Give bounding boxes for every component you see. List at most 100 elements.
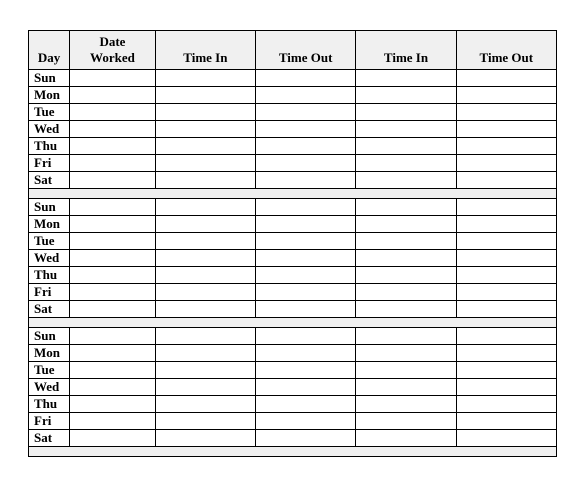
day-cell: Wed: [29, 379, 70, 396]
header-date-worked: Date Worked: [70, 31, 156, 70]
data-cell: [155, 233, 255, 250]
data-cell: [70, 104, 156, 121]
day-cell: Sat: [29, 301, 70, 318]
data-cell: [155, 104, 255, 121]
data-cell: [70, 284, 156, 301]
data-cell: [256, 138, 356, 155]
data-cell: [155, 362, 255, 379]
data-cell: [70, 379, 156, 396]
data-cell: [155, 430, 255, 447]
data-cell: [70, 199, 156, 216]
data-cell: [256, 172, 356, 189]
table-row: Mon: [29, 87, 557, 104]
day-cell: Tue: [29, 362, 70, 379]
data-cell: [70, 267, 156, 284]
data-cell: [256, 413, 356, 430]
data-cell: [356, 328, 456, 345]
data-cell: [456, 396, 556, 413]
data-cell: [70, 328, 156, 345]
table-row: Wed: [29, 121, 557, 138]
data-cell: [356, 104, 456, 121]
data-cell: [70, 233, 156, 250]
data-cell: [356, 362, 456, 379]
data-cell: [456, 328, 556, 345]
day-cell: Fri: [29, 284, 70, 301]
data-cell: [256, 250, 356, 267]
day-cell: Mon: [29, 216, 70, 233]
table-row: Fri: [29, 284, 557, 301]
data-cell: [70, 87, 156, 104]
data-cell: [155, 284, 255, 301]
data-cell: [456, 104, 556, 121]
data-cell: [70, 413, 156, 430]
data-cell: [155, 413, 255, 430]
data-cell: [456, 87, 556, 104]
data-cell: [256, 430, 356, 447]
table-row: Sat: [29, 301, 557, 318]
data-cell: [70, 362, 156, 379]
table-row: Thu: [29, 267, 557, 284]
day-cell: Thu: [29, 267, 70, 284]
header-time-out-1: Time Out: [256, 31, 356, 70]
data-cell: [256, 70, 356, 87]
day-cell: Sat: [29, 172, 70, 189]
week-spacer: [29, 189, 557, 199]
day-cell: Sat: [29, 430, 70, 447]
header-time-out-2: Time Out: [456, 31, 556, 70]
data-cell: [70, 121, 156, 138]
data-cell: [256, 104, 356, 121]
table-row: Tue: [29, 104, 557, 121]
data-cell: [356, 155, 456, 172]
data-cell: [155, 267, 255, 284]
day-cell: Wed: [29, 121, 70, 138]
data-cell: [356, 121, 456, 138]
table-row: Sun: [29, 328, 557, 345]
data-cell: [456, 301, 556, 318]
table-row: Sun: [29, 70, 557, 87]
data-cell: [256, 284, 356, 301]
table-row: Thu: [29, 396, 557, 413]
data-cell: [256, 87, 356, 104]
data-cell: [256, 216, 356, 233]
data-cell: [456, 379, 556, 396]
data-cell: [256, 328, 356, 345]
timesheet-table: Day Date Worked Time In Time Out Time In…: [28, 30, 557, 457]
data-cell: [70, 250, 156, 267]
day-cell: Sun: [29, 328, 70, 345]
data-cell: [70, 396, 156, 413]
data-cell: [356, 216, 456, 233]
data-cell: [456, 250, 556, 267]
table-row: Sun: [29, 199, 557, 216]
data-cell: [256, 345, 356, 362]
data-cell: [155, 396, 255, 413]
data-cell: [456, 155, 556, 172]
table-row: Wed: [29, 379, 557, 396]
data-cell: [356, 199, 456, 216]
day-cell: Thu: [29, 138, 70, 155]
data-cell: [356, 233, 456, 250]
week-spacer: [29, 318, 557, 328]
data-cell: [356, 396, 456, 413]
data-cell: [70, 172, 156, 189]
week-spacer: [29, 447, 557, 457]
data-cell: [356, 250, 456, 267]
data-cell: [70, 155, 156, 172]
data-cell: [356, 430, 456, 447]
data-cell: [70, 345, 156, 362]
data-cell: [155, 216, 255, 233]
data-cell: [70, 430, 156, 447]
data-cell: [356, 379, 456, 396]
table-header: Day Date Worked Time In Time Out Time In…: [29, 31, 557, 70]
data-cell: [256, 267, 356, 284]
data-cell: [456, 70, 556, 87]
data-cell: [356, 301, 456, 318]
data-cell: [155, 250, 255, 267]
data-cell: [256, 233, 356, 250]
table-row: Mon: [29, 345, 557, 362]
data-cell: [356, 413, 456, 430]
data-cell: [356, 138, 456, 155]
table-row: Sat: [29, 172, 557, 189]
data-cell: [456, 345, 556, 362]
header-time-in-2: Time In: [356, 31, 456, 70]
day-cell: Mon: [29, 345, 70, 362]
